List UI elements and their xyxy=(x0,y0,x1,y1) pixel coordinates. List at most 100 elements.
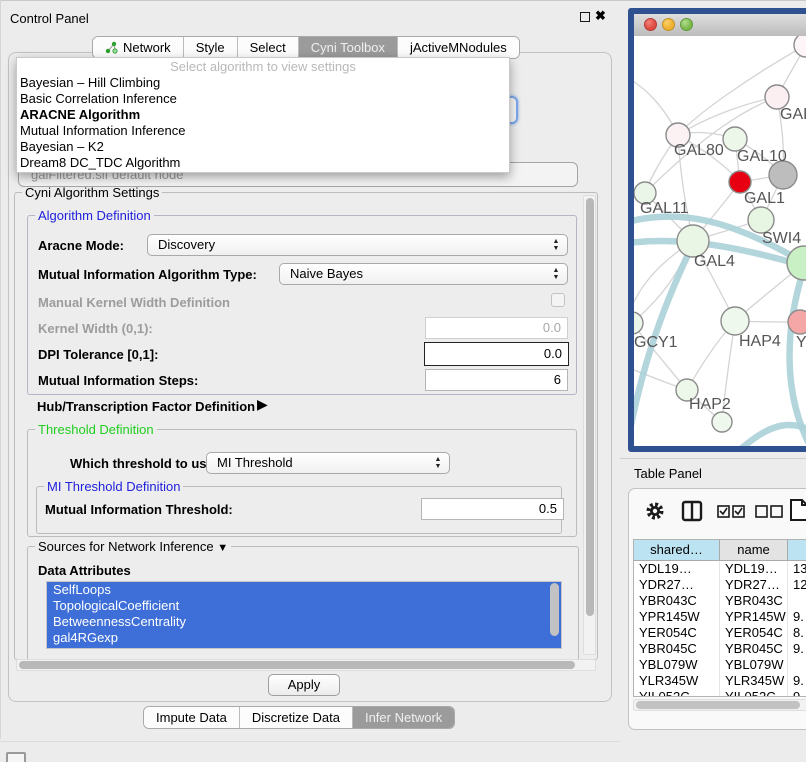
attribute-item[interactable] xyxy=(47,646,561,649)
dropdown-item[interactable]: Basic Correlation Inference xyxy=(17,91,509,107)
table-horizontal-scrollbar-thumb[interactable] xyxy=(636,701,800,709)
node-table[interactable]: shared…name YDL19…YDL19…13YDR27…YDR27…12… xyxy=(633,539,806,697)
table-row[interactable]: YIL052CYIL052C9 xyxy=(634,689,806,697)
table-cell[interactable]: YER054C xyxy=(720,625,788,641)
table-cell[interactable]: YLR345W xyxy=(720,673,788,689)
table-cell[interactable]: YBR043C xyxy=(720,593,788,609)
column-header[interactable]: shared… xyxy=(634,540,720,561)
network-node[interactable] xyxy=(712,412,732,432)
close-panel-icon[interactable]: ✖ xyxy=(595,8,606,24)
mi-threshold-field[interactable]: 0.5 xyxy=(421,498,564,520)
settings-horizontal-scrollbar[interactable] xyxy=(16,659,596,671)
aracne-mode-combo[interactable]: Discovery ▲▼ xyxy=(147,234,568,256)
table-row[interactable]: YDL19…YDL19…13 xyxy=(634,561,806,577)
settings-horizontal-scrollbar-thumb[interactable] xyxy=(19,661,575,669)
network-node[interactable] xyxy=(794,36,806,57)
mi-steps-field[interactable]: 6 xyxy=(425,369,568,391)
table-cell[interactable]: 9. xyxy=(788,673,806,689)
new-table-icon[interactable] xyxy=(789,498,806,522)
expand-right-icon[interactable]: ▶ xyxy=(257,396,268,413)
table-cell[interactable]: YER054C xyxy=(634,625,720,641)
settings-vertical-scrollbar-thumb[interactable] xyxy=(586,198,594,616)
network-view-window[interactable]: GALGAL80GAL10GAL1GAL11SWI4GAL4GCY1HAP4YH… xyxy=(628,8,806,452)
settings-vertical-scrollbar[interactable] xyxy=(583,195,596,655)
attribute-item[interactable]: TopologicalCoefficient xyxy=(47,598,561,614)
table-row[interactable]: YPR145WYPR145W9. xyxy=(634,609,806,625)
apply-button[interactable]: Apply xyxy=(268,674,340,696)
table-row[interactable]: YLR345WYLR345W9. xyxy=(634,673,806,689)
close-window-icon[interactable] xyxy=(644,18,657,31)
attribute-item[interactable]: gal4RGexp xyxy=(47,630,561,646)
table-cell[interactable]: 9. xyxy=(788,641,806,657)
dropdown-item[interactable]: Bayesian – Hill Climbing xyxy=(17,75,509,91)
dropdown-item[interactable]: Mutual Information Inference xyxy=(17,123,509,139)
panel-grip-icon[interactable] xyxy=(6,752,26,762)
attributes-scrollbar-thumb[interactable] xyxy=(550,583,559,636)
table-cell[interactable]: YDR27… xyxy=(720,577,788,593)
network-node[interactable] xyxy=(788,310,806,334)
table-cell[interactable]: 12 xyxy=(788,577,806,593)
sources-group-title[interactable]: Sources for Network Inference ▼ xyxy=(35,539,231,554)
table-cell[interactable]: YPR145W xyxy=(634,609,720,625)
tab-infer-network[interactable]: Infer Network xyxy=(352,707,454,728)
table-cell[interactable] xyxy=(788,593,806,609)
table-cell[interactable]: YDR27… xyxy=(634,577,720,593)
table-cell[interactable]: YBR045C xyxy=(720,641,788,657)
table-cell[interactable]: YBR043C xyxy=(634,593,720,609)
table-cell[interactable]: YDL19… xyxy=(634,561,720,577)
tab-discretize-data[interactable]: Discretize Data xyxy=(239,707,352,728)
mi-steps-label: Mutual Information Steps: xyxy=(38,373,198,388)
table-cell[interactable] xyxy=(788,657,806,673)
float-panel-icon[interactable] xyxy=(580,12,590,22)
table-cell[interactable]: YBL079W xyxy=(720,657,788,673)
dropdown-item[interactable]: Bayesian – K2 xyxy=(17,139,509,155)
dropdown-item[interactable]: ARACNE Algorithm xyxy=(17,107,509,123)
mi-type-combo[interactable]: Naive Bayes ▲▼ xyxy=(279,263,568,285)
dpi-tolerance-field[interactable]: 0.0 xyxy=(424,342,569,366)
data-attributes-list[interactable]: SelfLoopsTopologicalCoefficientBetweenne… xyxy=(46,581,562,649)
column-header[interactable] xyxy=(788,540,806,561)
table-cell[interactable]: YIL052C xyxy=(634,689,720,697)
table-row[interactable]: YBR043CYBR043C xyxy=(634,593,806,609)
table-row[interactable]: YBR045CYBR045C9. xyxy=(634,641,806,657)
column-header[interactable]: name xyxy=(720,540,788,561)
tab-style[interactable]: Style xyxy=(183,37,237,58)
table-cell[interactable]: YBR045C xyxy=(634,641,720,657)
table-cell[interactable]: YIL052C xyxy=(720,689,788,697)
deselect-checkboxes-icon[interactable] xyxy=(755,505,783,518)
table-row[interactable]: YDR27…YDR27…12 xyxy=(634,577,806,593)
minimize-window-icon[interactable] xyxy=(662,18,675,31)
select-all-checkboxes-icon[interactable] xyxy=(717,505,745,518)
table-row[interactable]: YER054CYER054C8. xyxy=(634,625,806,641)
table-cell[interactable]: YBL079W xyxy=(634,657,720,673)
collapse-down-icon[interactable]: ▼ xyxy=(217,542,228,554)
network-window-titlebar[interactable] xyxy=(634,14,806,37)
table-cell[interactable]: 9. xyxy=(788,609,806,625)
attribute-item[interactable]: SelfLoops xyxy=(47,582,561,598)
table-cell[interactable]: 8. xyxy=(788,625,806,641)
network-node-label: GAL xyxy=(780,106,806,123)
network-node[interactable] xyxy=(721,307,749,335)
table-cell[interactable]: YDL19… xyxy=(720,561,788,577)
table-cell[interactable]: 13 xyxy=(788,561,806,577)
table-cell[interactable]: YPR145W xyxy=(720,609,788,625)
tab-impute-data[interactable]: Impute Data xyxy=(144,707,239,728)
which-threshold-combo[interactable]: MI Threshold ▲▼ xyxy=(206,452,450,474)
dropdown-item[interactable]: Dream8 DC_TDC Algorithm xyxy=(17,155,509,171)
tab-select[interactable]: Select xyxy=(237,37,298,58)
network-canvas[interactable]: GALGAL80GAL10GAL1GAL11SWI4GAL4GCY1HAP4YH… xyxy=(634,36,806,446)
tab-jactivemnodules[interactable]: jActiveMNodules xyxy=(397,37,519,58)
columns-icon[interactable] xyxy=(681,500,703,522)
gear-icon[interactable] xyxy=(645,501,665,521)
manual-kernel-checkbox[interactable] xyxy=(551,293,565,307)
table-cell[interactable]: 9 xyxy=(788,689,806,697)
attribute-item[interactable]: BetweennessCentrality xyxy=(47,614,561,630)
network-node[interactable] xyxy=(769,161,797,189)
table-row[interactable]: YBL079WYBL079W xyxy=(634,657,806,673)
tab-network[interactable]: Network xyxy=(93,37,183,58)
table-horizontal-scrollbar[interactable] xyxy=(633,699,806,711)
hub-definition-label[interactable]: Hub/Transcription Factor Definition xyxy=(37,399,255,414)
tab-cyni-toolbox[interactable]: Cyni Toolbox xyxy=(298,37,397,58)
zoom-window-icon[interactable] xyxy=(680,18,693,31)
table-cell[interactable]: YLR345W xyxy=(634,673,720,689)
